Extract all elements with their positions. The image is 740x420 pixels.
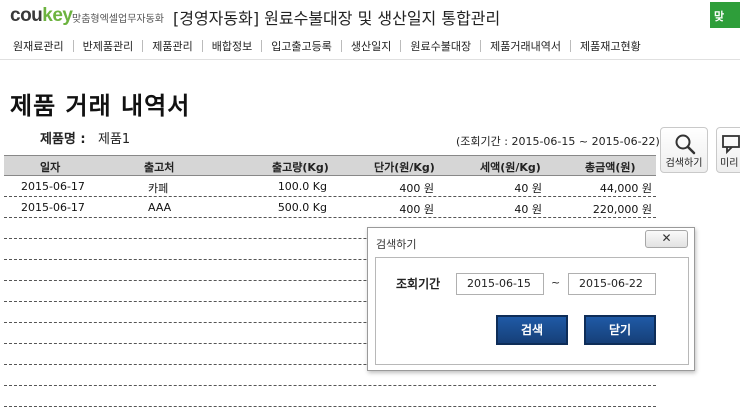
top-bar: coukey 맞춤형엑셀업무자동화 [경영자동화] 원료수불대장 및 생산일지 … xyxy=(0,0,740,32)
product-name-value: 제품1 xyxy=(98,132,131,147)
search-button[interactable]: 검색하기 xyxy=(660,127,708,173)
app-title: [경영자동화] 원료수불대장 및 생산일지 통합관리 xyxy=(173,9,501,28)
menu-item-product-transactions[interactable]: 제품거래내역서 xyxy=(481,38,570,54)
cell-date: 2015-06-17 xyxy=(21,180,85,193)
cell-tax: 40 원 xyxy=(514,203,542,216)
logo-text-part1: cou xyxy=(10,5,43,26)
cell-quantity: 500.0 Kg xyxy=(277,201,327,214)
empty-table-row[interactable] xyxy=(4,386,656,407)
cell-destination: AAA xyxy=(148,201,172,214)
header-green-button[interactable]: 맞 xyxy=(710,2,740,28)
cell-total: 220,000 원 xyxy=(592,203,652,216)
preview-button[interactable]: 미리 xyxy=(716,127,740,173)
menu-item-raw-materials[interactable]: 원재료관리 xyxy=(4,38,73,54)
search-dialog: 검색하기 ✕ 조회기간 2015-06-15 ~ 2015-06-22 검색 닫… xyxy=(367,227,695,371)
column-header-tax: 세액(원/Kg) xyxy=(480,161,541,174)
dialog-search-button[interactable]: 검색 xyxy=(496,315,568,345)
menu-item-raw-ledger[interactable]: 원료수불대장 xyxy=(401,38,480,54)
query-period: (조회기간 : 2015-06-15 ~ 2015-06-22) xyxy=(456,135,660,148)
end-date-field[interactable]: 2015-06-22 xyxy=(568,273,656,295)
logo-subtitle: 맞춤형엑셀업무자동화 xyxy=(72,14,164,25)
page-title: 제품 거래 내역서 xyxy=(10,92,191,120)
cell-destination: 카페 xyxy=(148,182,169,195)
dialog-close-action-button[interactable]: 닫기 xyxy=(584,315,656,345)
cell-tax: 40 원 xyxy=(514,182,542,195)
menu-item-products[interactable]: 제품관리 xyxy=(143,38,201,54)
dialog-titlebar[interactable]: 검색하기 ✕ xyxy=(368,228,694,256)
dialog-close-button[interactable]: ✕ xyxy=(645,230,688,248)
cell-quantity: 100.0 Kg xyxy=(277,180,327,193)
cell-total: 44,000 원 xyxy=(599,182,652,195)
cell-unit-price: 400 원 xyxy=(399,182,434,195)
dialog-body: 조회기간 2015-06-15 ~ 2015-06-22 검색 닫기 xyxy=(375,257,689,365)
cell-unit-price: 400 원 xyxy=(399,203,434,216)
menu-item-semi-products[interactable]: 반제품관리 xyxy=(74,38,143,54)
column-header-total: 총금액(원) xyxy=(585,161,636,174)
column-header-destination: 출고처 xyxy=(144,161,175,174)
column-header-unit-price: 단가(원/Kg) xyxy=(374,161,435,174)
magnifier-icon xyxy=(675,134,696,155)
table-header: 일자 출고처 출고량(Kg) 단가(원/Kg) 세액(원/Kg) 총금액(원) xyxy=(4,155,656,176)
preview-button-label: 미리 xyxy=(720,158,739,169)
product-name-label: 제품명 : xyxy=(40,132,86,147)
speech-bubble-icon xyxy=(722,135,740,155)
logo-text-part2: key xyxy=(42,5,73,26)
close-icon: ✕ xyxy=(661,231,672,245)
cell-date: 2015-06-17 xyxy=(21,201,85,214)
dialog-title: 검색하기 xyxy=(376,238,417,251)
menu-item-mixing-info[interactable]: 배합정보 xyxy=(203,38,261,54)
coukey-logo: coukey xyxy=(10,5,73,27)
table-row[interactable]: 2015-06-17 AAA 500.0 Kg 400 원 40 원 220,0… xyxy=(4,197,656,218)
start-date-field[interactable]: 2015-06-15 xyxy=(456,273,544,295)
table-row[interactable]: 2015-06-17 카페 100.0 Kg 400 원 40 원 44,000… xyxy=(4,176,656,197)
main-menu: 원재료관리 반제품관리 제품관리 배합정보 입고출고등록 생산일지 원료수불대장… xyxy=(0,32,740,60)
search-button-label: 검색하기 xyxy=(665,158,703,169)
menu-item-in-out-register[interactable]: 입고출고등록 xyxy=(262,38,341,54)
date-range-separator: ~ xyxy=(551,276,561,289)
column-header-quantity: 출고량(Kg) xyxy=(272,161,329,174)
menu-item-product-stock[interactable]: 제품재고현황 xyxy=(571,38,650,54)
column-header-date: 일자 xyxy=(40,161,61,174)
period-label: 조회기간 xyxy=(396,277,441,291)
menu-item-production-log[interactable]: 생산일지 xyxy=(342,38,400,54)
